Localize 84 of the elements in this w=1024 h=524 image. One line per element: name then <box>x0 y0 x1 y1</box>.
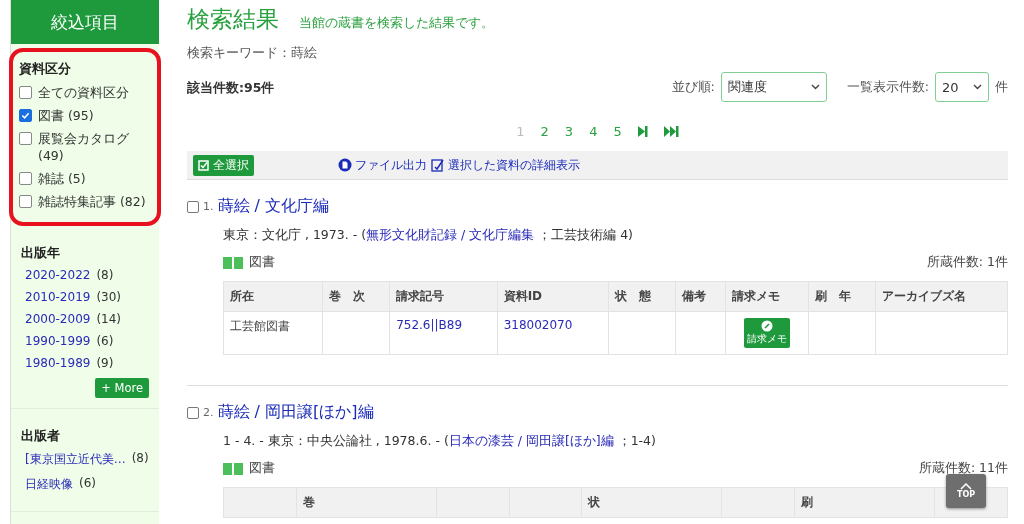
filter-option[interactable]: 雑誌特集記事 (82) <box>38 193 146 210</box>
id-link[interactable]: 318002070 <box>503 318 573 332</box>
filter-count: (14) <box>96 312 122 326</box>
filter-link[interactable]: 日経映像 <box>25 476 73 493</box>
per-page-label: 一覧表示件数: <box>846 78 929 96</box>
checkbox[interactable] <box>19 132 32 145</box>
sidebar-title: 絞込項目 <box>11 0 159 44</box>
filter-count: (30) <box>96 290 122 304</box>
next-page-icon[interactable] <box>637 126 648 137</box>
caret-icon <box>810 84 820 90</box>
filter-heading: 出版者 <box>21 427 61 445</box>
publication-info: 東京：文化庁 , 1973. - (無形文化財記録 / 文化庁編集 ；工芸技術編 4) <box>223 227 634 244</box>
filter-link[interactable]: 2000-2009 <box>25 312 91 326</box>
checkbox[interactable] <box>19 172 32 185</box>
per-page-select[interactable]: 20 <box>935 72 989 102</box>
column-header: 所在 <box>223 281 323 312</box>
column-header: 請求記号 <box>389 281 498 312</box>
record-number: 1. <box>203 200 214 213</box>
edit-icon <box>431 158 445 172</box>
column-header: アーカイブズ名 <box>875 281 1008 312</box>
column-header: 状 <box>581 487 722 518</box>
checkbox-icon <box>198 159 209 171</box>
hit-count: 該当件数:95件 <box>187 80 275 97</box>
detail-view-link[interactable]: 選択した資料の詳細表示 <box>448 157 580 173</box>
last-page-icon[interactable] <box>663 126 679 137</box>
filter-count: (8) <box>131 451 149 467</box>
holdings-count: 所蔵件数: 11件 <box>918 460 1008 477</box>
column-header: 刷 <box>794 487 935 518</box>
book-icon <box>223 256 243 269</box>
filter-heading: 出版年 <box>21 244 61 262</box>
record-title[interactable]: 蒔絵 / 文化庁編 <box>217 196 330 217</box>
caret-icon <box>973 84 982 90</box>
filter-option[interactable]: 雑誌 (5) <box>38 170 86 187</box>
filter-link[interactable]: 1990-1999 <box>25 334 91 348</box>
material-type: 図書 <box>249 254 275 271</box>
column-header: 巻 次 <box>322 281 390 312</box>
file-export-link[interactable]: ファイル出力 <box>355 157 427 173</box>
column-header: 刷 年 <box>808 281 876 312</box>
series-link[interactable]: 無形文化財記録 / 文化庁編集 <box>366 227 535 242</box>
filter-option[interactable]: 図書 (95) <box>38 107 94 124</box>
filter-link[interactable]: 2020-2022 <box>25 268 91 282</box>
chevron-up-icon <box>960 483 972 490</box>
more-button[interactable]: + More <box>95 378 149 398</box>
page-link[interactable]: 4 <box>589 124 598 139</box>
filter-link[interactable]: [東京国立近代美… <box>25 451 126 468</box>
series-link[interactable]: 日本の漆芸 / 岡田譲[ほか]編 <box>448 433 614 448</box>
sort-label: 並び順: <box>671 78 715 96</box>
checkbox[interactable] <box>187 406 199 419</box>
filter-count: (6) <box>96 334 114 348</box>
filter-count: (8) <box>96 268 114 282</box>
column-header: 請求メモ <box>725 281 809 312</box>
per-page-unit: 件 <box>995 78 1008 96</box>
request-memo-button[interactable]: 請求メモ <box>744 318 791 348</box>
checkbox[interactable] <box>187 200 199 213</box>
record-title[interactable]: 蒔絵 / 岡田譲[ほか]編 <box>217 402 374 423</box>
column-header: 巻 <box>296 487 437 518</box>
select-all-button[interactable]: 全選択 <box>193 154 254 176</box>
book-icon <box>223 462 243 475</box>
file-icon <box>338 158 352 172</box>
material-type: 図書 <box>249 460 275 477</box>
filter-option[interactable]: 全ての資料区分 <box>38 84 129 101</box>
column-header: 備考 <box>675 281 726 312</box>
checkbox[interactable] <box>19 109 32 122</box>
filter-link[interactable]: 2010-2019 <box>25 290 91 304</box>
publication-info: 1 - 4. - 東京：中央公論社 , 1978.6. - (日本の漆芸 / 岡田譲[ほか]編 ；1-4) <box>223 433 657 450</box>
filter-option[interactable]: 展覧会カタログ (49) <box>38 130 151 164</box>
checkbox[interactable] <box>19 195 32 208</box>
filter-link[interactable]: 1980-1989 <box>25 356 91 370</box>
sort-select[interactable]: 関連度 <box>720 72 827 102</box>
record-number: 2. <box>203 406 214 419</box>
back-to-top-button[interactable]: TOP <box>946 474 986 508</box>
page-subtitle: 当館の蔵書を検索した結果です。 <box>299 14 494 32</box>
call-number-link[interactable]: 752.6||B89 <box>396 318 463 332</box>
pencil-icon <box>761 320 774 332</box>
holdings-count: 所蔵件数: 1件 <box>926 254 1008 271</box>
filter-count: (9) <box>96 356 114 370</box>
page-title: 検索結果 <box>187 5 279 34</box>
table-cell: 工芸館図書 <box>223 311 323 355</box>
filter-heading: 資料区分 <box>19 60 72 78</box>
column-header: 資料ID <box>497 281 609 312</box>
filter-count: (6) <box>79 476 96 492</box>
checkbox[interactable] <box>19 86 32 99</box>
column-header: 状 態 <box>608 281 676 312</box>
search-keyword: 検索キーワード：蒔絵 <box>187 45 318 62</box>
